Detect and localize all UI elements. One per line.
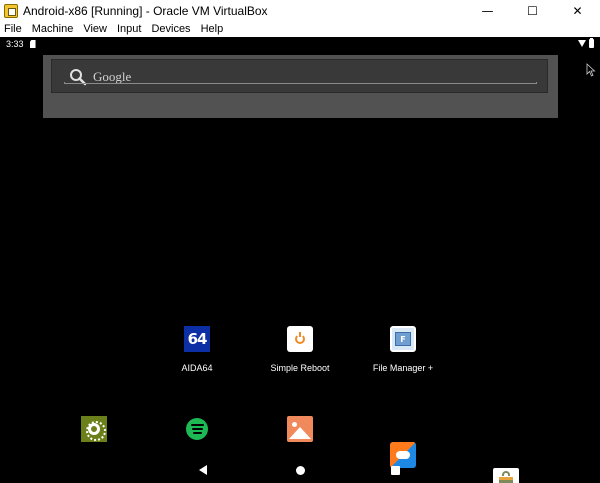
app-aida64[interactable]: 64 AIDA64 — [157, 326, 237, 373]
window-title-bar[interactable]: Android-x86 [Running] - Oracle VM Virtua… — [0, 0, 600, 22]
menu-bar: File Machine View Input Devices Help — [0, 22, 600, 37]
close-button[interactable]: ✕ — [555, 0, 600, 22]
mouse-cursor-icon — [586, 63, 596, 77]
google-search-bar[interactable]: Google — [51, 59, 548, 93]
settings-icon[interactable] — [81, 416, 107, 442]
recents-icon[interactable] — [391, 466, 400, 475]
home-icon[interactable] — [296, 466, 305, 475]
app-label: AIDA64 — [181, 363, 213, 373]
gallery-icon[interactable] — [287, 416, 313, 442]
virtualbox-app-icon — [4, 4, 18, 18]
menu-help[interactable]: Help — [196, 22, 229, 37]
gear-icon — [86, 421, 106, 441]
window-title: Android-x86 [Running] - Oracle VM Virtua… — [23, 4, 268, 18]
search-underline — [64, 82, 537, 84]
back-icon[interactable] — [199, 465, 207, 475]
menu-machine[interactable]: Machine — [27, 22, 79, 37]
aida64-icon: 64 — [184, 326, 210, 352]
app-simple-reboot[interactable]: Simple Reboot — [260, 326, 340, 373]
battery-icon — [589, 38, 594, 48]
window-controls: — ☐ ✕ — [465, 0, 600, 22]
app-file-manager[interactable]: F File Manager + — [363, 326, 443, 373]
minimize-button[interactable]: — — [465, 0, 510, 22]
navigation-bar — [0, 459, 600, 483]
sd-card-icon — [29, 40, 36, 48]
reboot-icon — [287, 326, 313, 352]
menu-devices[interactable]: Devices — [146, 22, 195, 37]
app-label: Simple Reboot — [270, 363, 330, 373]
maximize-button[interactable]: ☐ — [510, 0, 555, 22]
status-icons — [578, 38, 594, 48]
menu-view[interactable]: View — [78, 22, 112, 37]
wifi-icon — [578, 40, 586, 47]
status-bar[interactable]: 3:33 — [0, 37, 600, 51]
app-label: File Manager + — [372, 363, 434, 373]
file-manager-icon: F — [390, 326, 416, 352]
menu-file[interactable]: File — [0, 22, 27, 37]
folder-icon: F — [395, 332, 411, 346]
status-time: 3:33 — [6, 39, 24, 49]
google-search-widget: Google — [43, 55, 558, 118]
android-screen[interactable]: 3:33 Google 64 AIDA64 Simple Reboot F Fi… — [0, 37, 600, 483]
menu-input[interactable]: Input — [112, 22, 146, 37]
spotify-icon[interactable] — [184, 416, 210, 442]
